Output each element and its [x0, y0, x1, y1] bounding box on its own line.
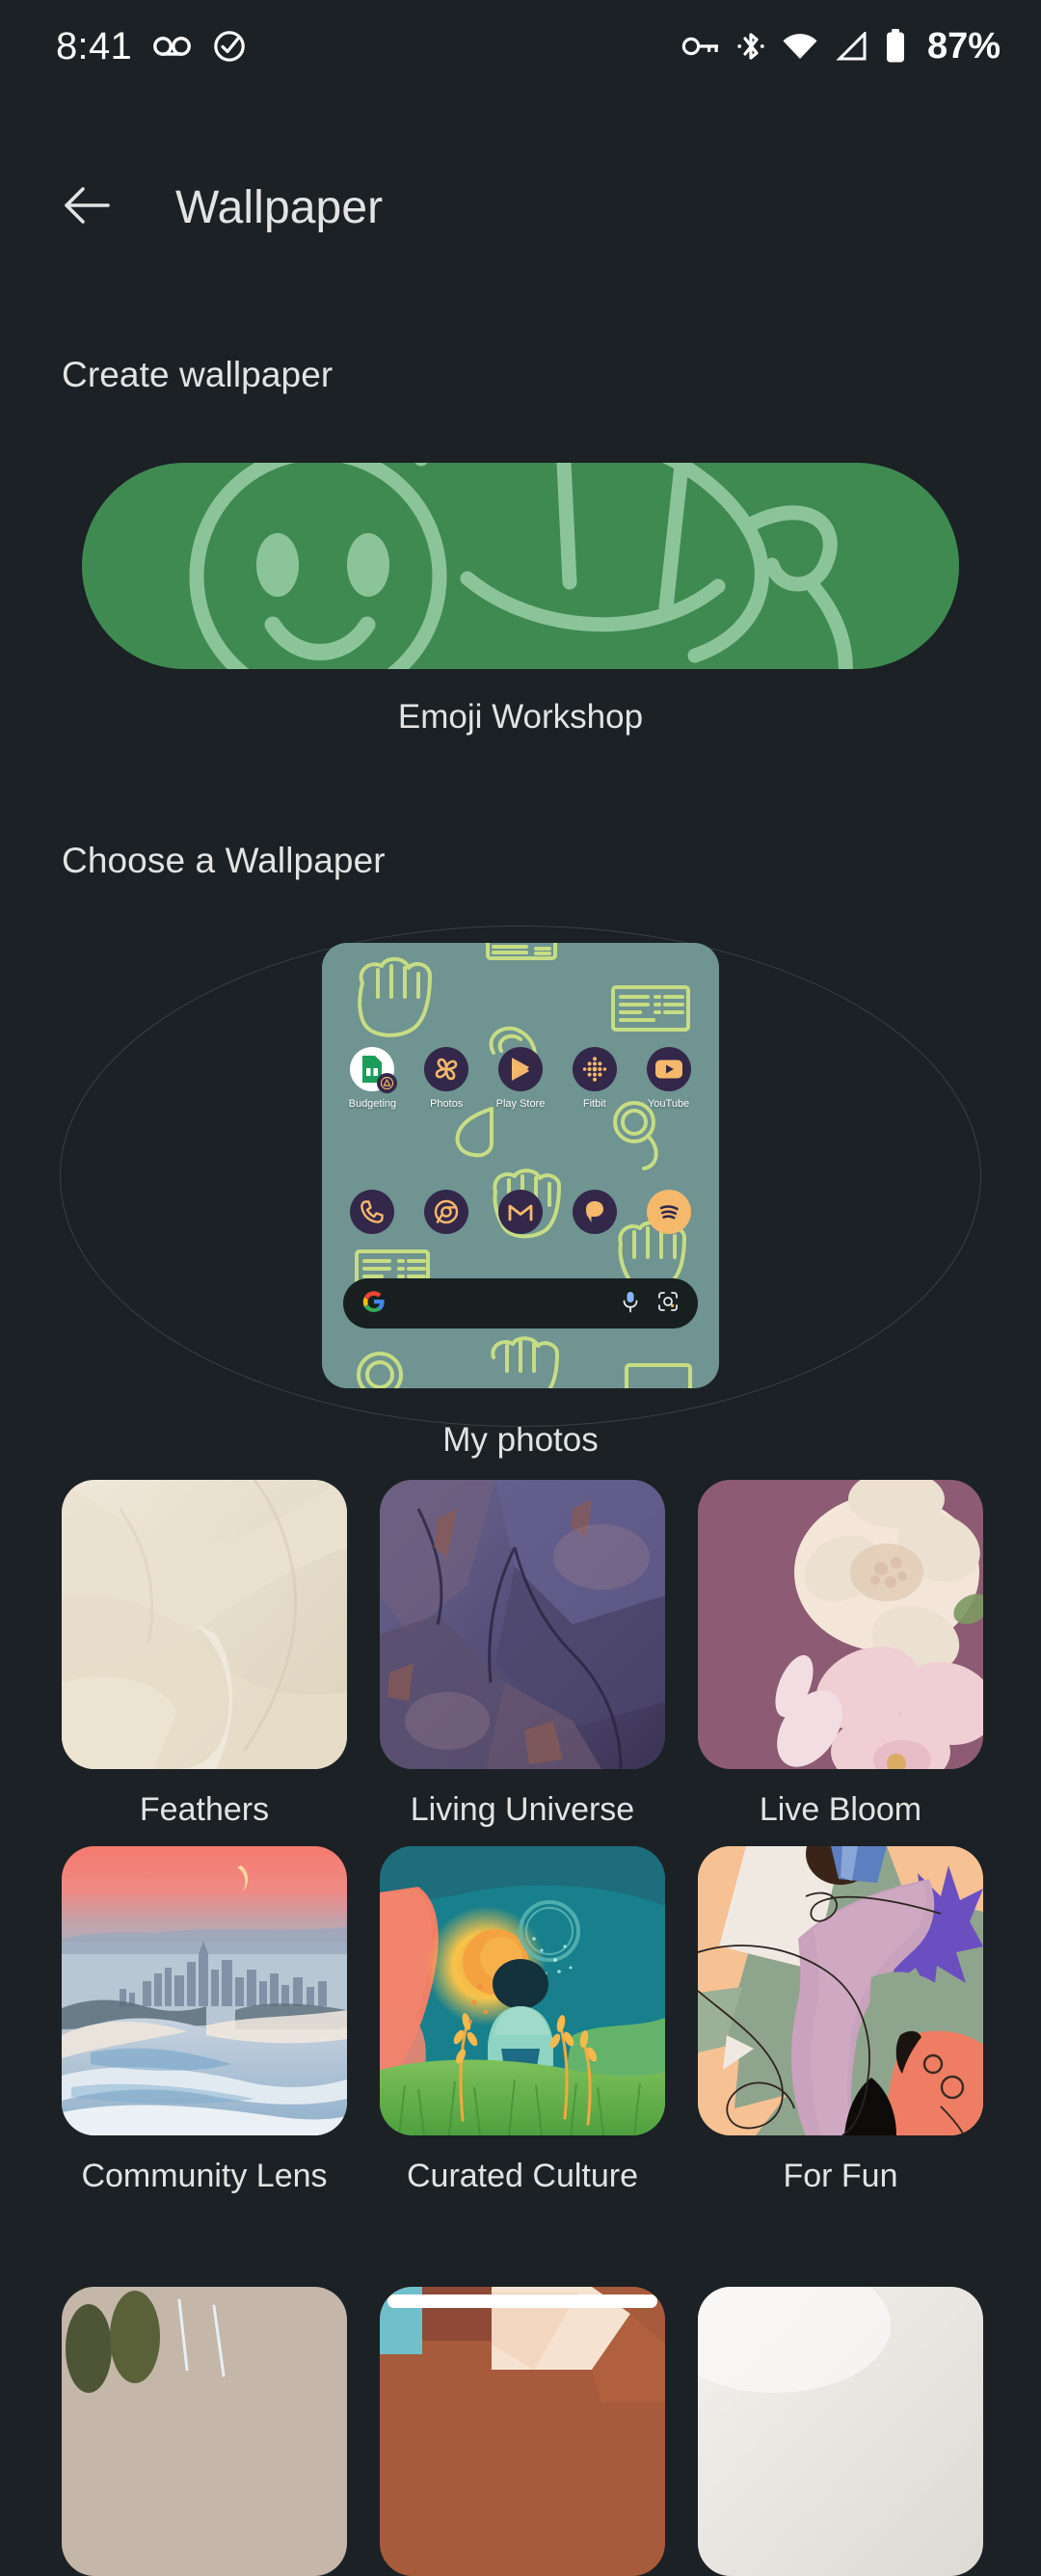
abstract-geometric-shapes-icon [698, 1846, 983, 2135]
messages-icon [572, 1190, 617, 1234]
battery-icon [884, 29, 907, 64]
fitbit-icon [572, 1047, 617, 1091]
wallpaper-thumbnail[interactable] [698, 1846, 983, 2135]
purple-rock-canyon-icon [380, 1480, 665, 1769]
wallpaper-cell-live-bloom[interactable]: Live Bloom [698, 1480, 983, 1829]
wallpaper-label: Living Universe [410, 1791, 635, 1828]
person-in-field-illustration-icon [380, 1846, 665, 2135]
status-clock: 8:41 [56, 24, 133, 67]
wallpaper-thumbnail[interactable] [380, 1846, 665, 2135]
emoji-workshop-entry[interactable]: Emoji Workshop [82, 463, 959, 737]
battery-percent-label: 87% [926, 25, 1001, 67]
wallpaper-thumbnail[interactable] [62, 1846, 347, 2135]
create-wallpaper-heading: Create wallpaper [62, 355, 334, 394]
page-title: Wallpaper [175, 181, 384, 233]
google-g-icon [362, 1290, 386, 1318]
youtube-icon [646, 1047, 691, 1091]
home-app-phone[interactable]: Phone [344, 1190, 400, 1253]
home-app-budgeting[interactable]: Budgeting [344, 1047, 400, 1111]
cellular-signal-icon [835, 32, 868, 61]
emoji-workshop-card[interactable] [82, 463, 959, 669]
chrome-icon [424, 1190, 469, 1234]
status-bar: 8:41 87% [0, 0, 1041, 93]
home-app-chrome[interactable]: Chrome [418, 1190, 474, 1253]
my-photos-label: My photos [442, 1421, 599, 1459]
home-app-spotify[interactable]: Spotify [641, 1190, 697, 1253]
wallpaper-label: Live Bloom [759, 1791, 922, 1828]
home-screen-row-2: Phone Chrome [322, 1190, 719, 1253]
play-store-icon [497, 1047, 543, 1091]
gmail-icon [497, 1190, 543, 1234]
status-bar-left: 8:41 [56, 25, 246, 68]
back-button[interactable] [46, 167, 127, 248]
my-photos-entry[interactable]: Budgeting Photos Play Store Fitbit YouTu… [0, 926, 1041, 1460]
wallpaper-thumbnail[interactable] [698, 1480, 983, 1769]
home-app-gmail[interactable]: Gmail [493, 1190, 548, 1253]
home-app-label: Fitbit [582, 1098, 606, 1110]
budgeting-badge-icon [377, 1073, 398, 1093]
turtle-emoji-line-art-icon [82, 463, 959, 669]
white-gradient-icon [698, 2287, 983, 2576]
wallpaper-thumbnail[interactable] [62, 2287, 347, 2576]
arrow-back-icon [62, 184, 112, 231]
home-app-play-store[interactable]: Play Store [493, 1047, 548, 1111]
wallpaper-thumbnail[interactable] [62, 1480, 347, 1769]
home-app-label: Budgeting [348, 1098, 397, 1110]
wallpaper-label: Curated Culture [406, 2158, 638, 2194]
emoji-workshop-label: Emoji Workshop [397, 698, 644, 736]
wallpaper-grid-partial-row [62, 2287, 983, 2576]
google-lens-icon[interactable] [657, 1291, 679, 1317]
wallpaper-label: Community Lens [81, 2158, 328, 2194]
home-app-messages[interactable]: Messages [567, 1190, 623, 1253]
wallpaper-grid: Feathers Living Universe Live Bloom Comm… [62, 1480, 983, 2195]
wallpaper-cell-feathers[interactable]: Feathers [62, 1480, 347, 1829]
pink-dahlia-flowers-icon [698, 1480, 983, 1769]
home-app-photos[interactable]: Photos [418, 1047, 474, 1111]
wallpaper-thumbnail[interactable] [698, 2287, 983, 2576]
beige-landscape-icon [62, 2287, 347, 2576]
spotify-icon [646, 1190, 691, 1234]
choose-wallpaper-heading: Choose a Wallpaper [62, 841, 386, 880]
vpn-key-icon [681, 35, 720, 58]
home-app-fitbit[interactable]: Fitbit [567, 1047, 623, 1111]
wallpaper-cell-living-universe[interactable]: Living Universe [380, 1480, 665, 1829]
wallpaper-thumbnail[interactable] [380, 1480, 665, 1769]
wifi-icon [782, 32, 818, 61]
google-photos-icon [424, 1047, 469, 1091]
wallpaper-cell-for-fun[interactable]: For Fun [698, 1846, 983, 2195]
cream-folded-fabric-icon [62, 1480, 347, 1769]
wallpaper-label: For Fun [783, 2158, 898, 2194]
microphone-icon[interactable] [621, 1290, 640, 1318]
search-bar-actions [621, 1290, 679, 1318]
wallpaper-label: Feathers [139, 1791, 270, 1828]
rust-cream-geometry-icon [380, 2287, 665, 2576]
wallpaper-cell-curated-culture[interactable]: Curated Culture [380, 1846, 665, 2195]
home-app-label: Play Store [495, 1098, 546, 1110]
home-app-youtube[interactable]: YouTube [641, 1047, 697, 1111]
home-app-label: YouTube [647, 1098, 690, 1110]
phone-icon [350, 1190, 395, 1234]
wallpaper-thumbnail[interactable] [380, 2287, 665, 2576]
app-bar: Wallpaper [0, 154, 1041, 260]
voicemail-icon [153, 34, 192, 59]
bluetooth-icon [736, 30, 765, 63]
sheets-icon [350, 1047, 398, 1093]
home-app-label: Photos [430, 1098, 464, 1110]
home-screen-row-1: Budgeting Photos Play Store Fitbit YouTu… [322, 1047, 719, 1111]
google-search-bar[interactable] [343, 1278, 698, 1328]
check-circle-icon [213, 30, 246, 63]
my-photos-preview[interactable]: Budgeting Photos Play Store Fitbit YouTu… [322, 943, 719, 1388]
wallpaper-cell-community-lens[interactable]: Community Lens [62, 1846, 347, 2195]
foggy-city-skyline-sunrise-icon [62, 1846, 347, 2135]
status-bar-right: 87% [681, 26, 1001, 67]
